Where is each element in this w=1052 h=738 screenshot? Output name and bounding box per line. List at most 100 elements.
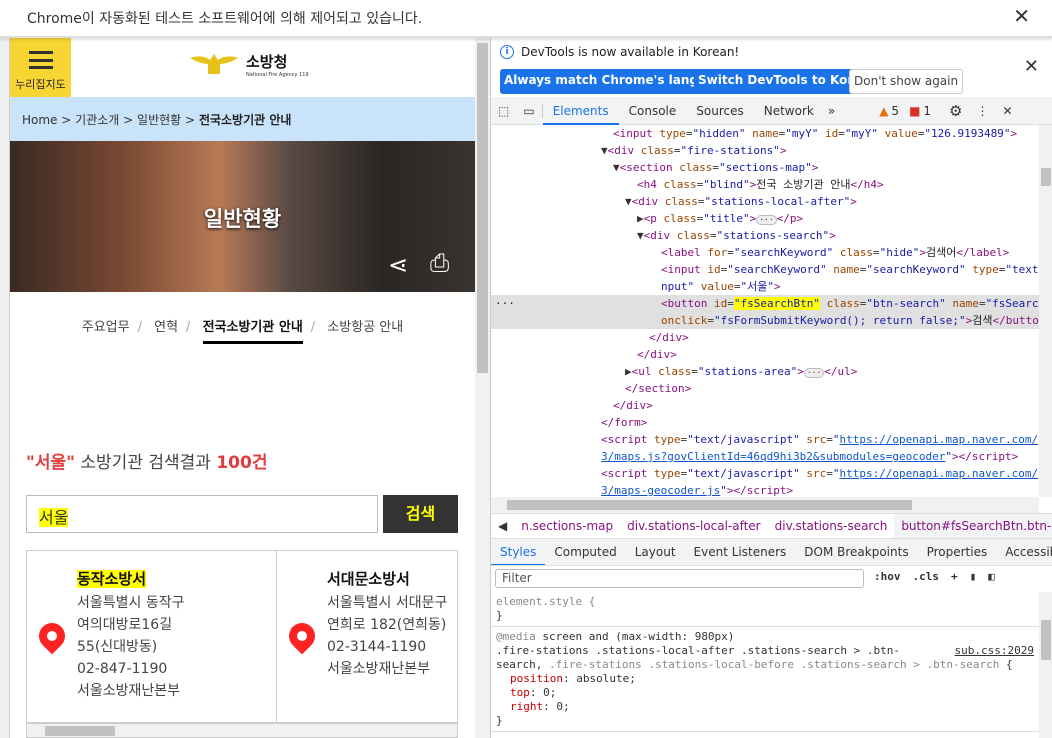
page-scrollbar[interactable] bbox=[475, 38, 490, 738]
device-toggle-icon[interactable]: ▭ bbox=[516, 103, 543, 118]
dom-tree[interactable]: <input type="hidden" name="myY" id="myY"… bbox=[491, 125, 1039, 497]
automation-message: Chrome이 자동화된 테스트 소프트웨어에 의해 제어되고 있습니다. bbox=[27, 11, 423, 27]
station-hq: 서울소방재난본부 bbox=[77, 683, 181, 699]
station-card[interactable]: 동작소방서 서울특별시 동작구 여의대방로16길 55(신대방동) 02-847… bbox=[27, 551, 277, 722]
sidebar-toggle-icon[interactable]: ◧ bbox=[988, 570, 995, 583]
left-edge bbox=[0, 38, 10, 738]
subnav-item[interactable]: 주요업무 bbox=[82, 320, 130, 335]
station-line: 여의대방로16길 bbox=[77, 617, 173, 633]
tab-sources[interactable]: Sources bbox=[686, 97, 753, 125]
warning-count[interactable]: 5 bbox=[891, 104, 899, 118]
station-line: 연희로 182(연희동) bbox=[327, 617, 447, 633]
infobar-message: DevTools is now available in Korean! bbox=[521, 45, 740, 59]
devtools-language-infobar: i DevTools is now available in Korean! A… bbox=[491, 38, 1052, 97]
station-name: 동작소방서 bbox=[77, 570, 147, 588]
styles-toolbar: :hov .cls + ▮ ◧ bbox=[874, 570, 995, 583]
tab-accessibility[interactable]: Accessibility bbox=[996, 539, 1052, 565]
settings-gear-icon[interactable]: ⚙ bbox=[949, 102, 962, 120]
dont-show-again-button[interactable]: Don't show again bbox=[849, 69, 964, 94]
search-input[interactable]: 서울 bbox=[26, 495, 378, 533]
share-icon[interactable]: ⋖ bbox=[388, 251, 408, 279]
dom-breadcrumbs: ◀ n.sections-map div.stations-local-afte… bbox=[491, 513, 1052, 539]
tab-network[interactable]: Network bbox=[754, 97, 824, 125]
more-options-icon[interactable]: ⋮ bbox=[977, 104, 989, 118]
station-list-scrollbar[interactable] bbox=[26, 723, 458, 738]
result-query: "서울" bbox=[26, 453, 75, 473]
hamburger-icon bbox=[28, 51, 53, 69]
result-text: 소방기관 검색결과 bbox=[80, 453, 211, 473]
info-icon: i bbox=[500, 45, 514, 59]
subnav-item-active[interactable]: 전국소방기관 안내 bbox=[202, 320, 303, 344]
hov-toggle[interactable]: :hov bbox=[874, 570, 901, 583]
warning-icon[interactable]: ▲ bbox=[879, 104, 888, 118]
close-infobar-icon[interactable]: ✕ bbox=[1024, 56, 1039, 77]
search-button-label: 검색 bbox=[402, 504, 439, 523]
inspect-icon[interactable]: ⬚ bbox=[491, 104, 516, 118]
devtools-toolbar: ⬚ ▭ Elements Console Sources Network » ▲… bbox=[491, 97, 1052, 125]
paint-icon[interactable]: ▮ bbox=[970, 570, 977, 583]
dom-crumb-active[interactable]: button#fsSearchBtn.btn-search bbox=[894, 514, 1052, 538]
styles-filter-input[interactable]: Filter bbox=[495, 569, 864, 588]
crumb-sep: > bbox=[61, 113, 72, 127]
dom-crumb[interactable]: div.stations-local-after bbox=[620, 519, 768, 533]
logo[interactable]: 소방청 National Fire Agency 119 bbox=[188, 50, 309, 78]
error-icon[interactable]: ■ bbox=[909, 104, 920, 118]
station-phone: 02-847-1190 bbox=[77, 661, 168, 677]
map-pin-icon bbox=[283, 617, 321, 655]
devtools-panel: i DevTools is now available in Korean! A… bbox=[490, 38, 1052, 738]
station-name: 서대문소방서 bbox=[327, 570, 410, 588]
scroll-left-icon[interactable]: ◀ bbox=[491, 519, 514, 533]
crumb-item[interactable]: 기관소개 bbox=[75, 113, 119, 127]
logo-name: 소방청 bbox=[246, 52, 288, 71]
more-tabs-icon[interactable]: » bbox=[824, 104, 839, 118]
tab-computed[interactable]: Computed bbox=[545, 539, 625, 565]
station-line: 서울특별시 동작구 bbox=[77, 595, 185, 611]
crumb-item[interactable]: 일반현황 bbox=[137, 113, 181, 127]
station-card[interactable]: 서대문소방서 서울특별시 서대문구 연희로 182(연희동) 02-3144-1… bbox=[277, 551, 457, 722]
error-count[interactable]: 1 bbox=[923, 104, 931, 118]
dom-tree-h-scrollbar[interactable] bbox=[491, 497, 1039, 513]
tab-console[interactable]: Console bbox=[619, 97, 687, 125]
filter-placeholder: Filter bbox=[502, 571, 532, 585]
close-icon[interactable]: ✕ bbox=[1013, 4, 1030, 28]
styles-scrollbar[interactable] bbox=[1039, 592, 1052, 738]
map-pin-icon bbox=[33, 617, 71, 655]
tab-dom-breakpoints[interactable]: DOM Breakpoints bbox=[795, 539, 917, 565]
sitemap-menu-button[interactable]: 누리집지도 bbox=[10, 38, 71, 97]
logo-subtitle: National Fire Agency 119 bbox=[246, 71, 309, 78]
station-line: 55(신대방동) bbox=[77, 639, 158, 655]
menu-label: 누리집지도 bbox=[15, 78, 66, 91]
hero-banner: 일반현황 ⋖ ⎙ bbox=[10, 141, 475, 292]
station-line: 서울특별시 서대문구 bbox=[327, 595, 448, 611]
dom-crumb[interactable]: div.stations-search bbox=[768, 519, 895, 533]
sub-navigation: 주요업무 / 연혁 / 전국소방기관 안내 / 소방항공 안내 bbox=[10, 316, 475, 344]
station-phone: 02-3144-1190 bbox=[327, 639, 427, 655]
tab-event-listeners[interactable]: Event Listeners bbox=[685, 539, 796, 565]
crumb-current: 전국소방기관 안내 bbox=[198, 113, 292, 127]
result-summary: "서울" 소방기관 검색결과 100건 bbox=[26, 448, 267, 473]
cls-toggle[interactable]: .cls bbox=[913, 570, 940, 583]
rule-source-link[interactable]: sub.css:2029 bbox=[955, 644, 1034, 658]
search-button[interactable]: 검색 bbox=[383, 495, 458, 533]
result-count: 100건 bbox=[216, 453, 268, 473]
dom-crumb[interactable]: n.sections-map bbox=[514, 519, 620, 533]
subnav-item[interactable]: 소방항공 안내 bbox=[327, 320, 403, 335]
print-icon[interactable]: ⎙ bbox=[430, 249, 449, 277]
station-list: 동작소방서 서울특별시 동작구 여의대방로16길 55(신대방동) 02-847… bbox=[26, 550, 458, 723]
automation-infobar: Chrome이 자동화된 테스트 소프트웨어에 의해 제어되고 있습니다. ✕ bbox=[0, 0, 1052, 38]
web-page: 누리집지도 소방청 National Fire Agency 119 Home >… bbox=[10, 38, 475, 738]
new-rule-icon[interactable]: + bbox=[951, 570, 958, 583]
close-devtools-icon[interactable]: ✕ bbox=[1003, 104, 1013, 118]
tab-styles[interactable]: Styles bbox=[491, 539, 546, 565]
subnav-item[interactable]: 연혁 bbox=[154, 320, 178, 335]
breadcrumb: Home > 기관소개 > 일반현황 > 전국소방기관 안내 bbox=[10, 97, 475, 141]
style-rules[interactable]: element.style {} @media screen and (max-… bbox=[491, 592, 1039, 738]
tab-layout[interactable]: Layout bbox=[626, 539, 685, 565]
hero-title: 일반현황 bbox=[203, 207, 282, 231]
crumb-home[interactable]: Home bbox=[22, 113, 57, 127]
tab-elements[interactable]: Elements bbox=[542, 97, 619, 125]
tab-properties[interactable]: Properties bbox=[918, 539, 997, 565]
dom-tree-scrollbar[interactable] bbox=[1039, 125, 1052, 497]
crumb-sep: > bbox=[185, 113, 196, 127]
emblem-icon bbox=[190, 54, 238, 74]
